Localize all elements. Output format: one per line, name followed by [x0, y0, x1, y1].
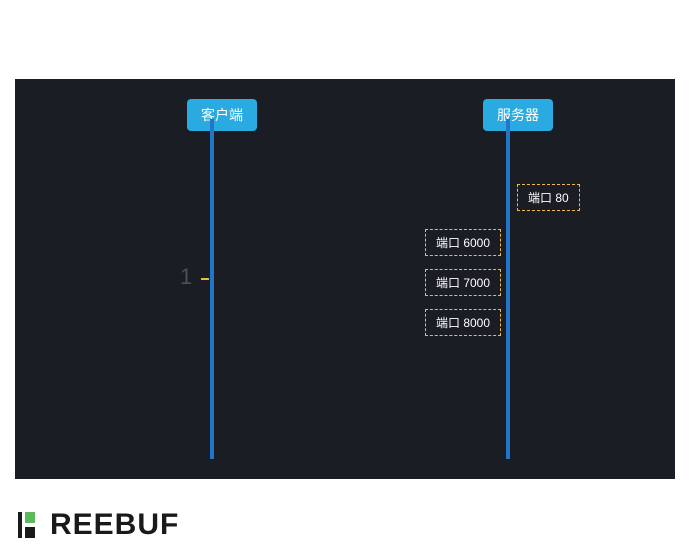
step-dash-icon [201, 278, 209, 280]
diagram-canvas: 客户端 服务器 端口 80 端口 6000 端口 7000 端口 8000 1 [15, 79, 675, 479]
port-8000-label: 端口 8000 [436, 316, 490, 330]
client-lifeline [210, 119, 214, 459]
server-label: 服务器 [497, 107, 539, 123]
port-80-box: 端口 80 [517, 184, 580, 211]
port-7000-box: 端口 7000 [425, 269, 501, 296]
watermark-text: REEBUF [50, 508, 179, 542]
server-node: 服务器 [483, 99, 553, 131]
port-6000-box: 端口 6000 [425, 229, 501, 256]
step-number: 1 [180, 264, 192, 290]
server-lifeline [506, 119, 510, 459]
port-7000-label: 端口 7000 [436, 276, 490, 290]
port-8000-box: 端口 8000 [425, 309, 501, 336]
client-node: 客户端 [187, 99, 257, 131]
freebuf-logo-icon [18, 510, 44, 540]
client-label: 客户端 [201, 107, 243, 123]
port-80-label: 端口 80 [528, 191, 569, 205]
watermark: REEBUF [18, 508, 179, 542]
port-6000-label: 端口 6000 [436, 236, 490, 250]
